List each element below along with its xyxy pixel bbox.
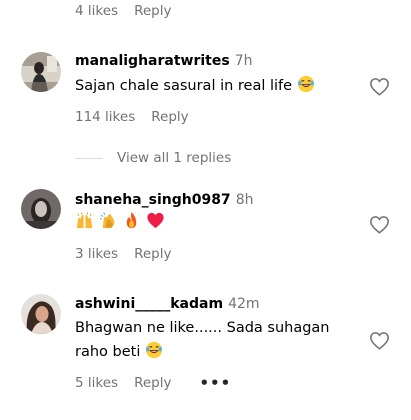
likes-count[interactable]: 5 likes [75,375,118,391]
comment-actions: 5 likes Reply ••• [75,374,231,392]
comment-body-line2-wrap: raho beti [75,340,345,364]
timestamp: 7h [234,53,253,69]
username[interactable]: manaligharatwrites [75,53,230,69]
comment-body-line2: raho beti [75,344,141,360]
reply-button[interactable]: Reply [134,375,171,391]
comment-text: Bhagwan ne like...... Sada suhagan raho … [75,316,345,364]
comment-header: manaligharatwrites 7h [75,53,252,69]
like-heart-icon[interactable] [369,215,390,234]
emoji-row [75,211,345,235]
likes-count[interactable]: 3 likes [75,246,118,262]
raised-hands-emoji [76,212,93,229]
more-options-icon[interactable]: ••• [199,374,231,392]
like-heart-icon[interactable] [369,331,390,350]
comments-panel: 4 likes Reply manaligharatwrites 7h Saja… [0,0,411,420]
comment-body-line1: Bhagwan ne like...... Sada suhagan [75,320,330,336]
comment-actions: 3 likes Reply [75,246,171,262]
divider-line [75,157,103,159]
timestamp: 42m [228,296,260,312]
avatar[interactable] [21,52,61,92]
timestamp: 8h [235,192,254,208]
reply-button[interactable]: Reply [134,3,171,19]
comment-header: shaneha_singh0987 8h [75,192,253,208]
red-heart-emoji [147,212,164,229]
like-heart-icon[interactable] [369,77,390,96]
laughing-tears-emoji [297,75,314,93]
reply-button[interactable]: Reply [151,109,188,125]
avatar[interactable] [21,294,61,334]
comment-header: ashwini_____kadam 42m [75,296,260,312]
view-replies-button[interactable]: View all 1 replies [75,150,231,166]
likes-count[interactable]: 114 likes [75,109,135,125]
avatar[interactable] [21,189,61,229]
username[interactable]: ashwini_____kadam [75,296,223,312]
fire-emoji [126,211,137,229]
clapping-hands-emoji [99,212,114,229]
comment-actions-top: 4 likes Reply [75,3,171,19]
reply-button[interactable]: Reply [134,246,171,262]
likes-count[interactable]: 4 likes [75,3,118,19]
laughing-tears-emoji [145,341,163,359]
view-replies-label: View all 1 replies [117,150,232,166]
comment-text: Sajan chale sasural in real life [75,74,345,98]
comment-actions: 114 likes Reply [75,109,189,125]
username[interactable]: shaneha_singh0987 [75,192,231,208]
comment-body: Sajan chale sasural in real life [75,78,293,94]
